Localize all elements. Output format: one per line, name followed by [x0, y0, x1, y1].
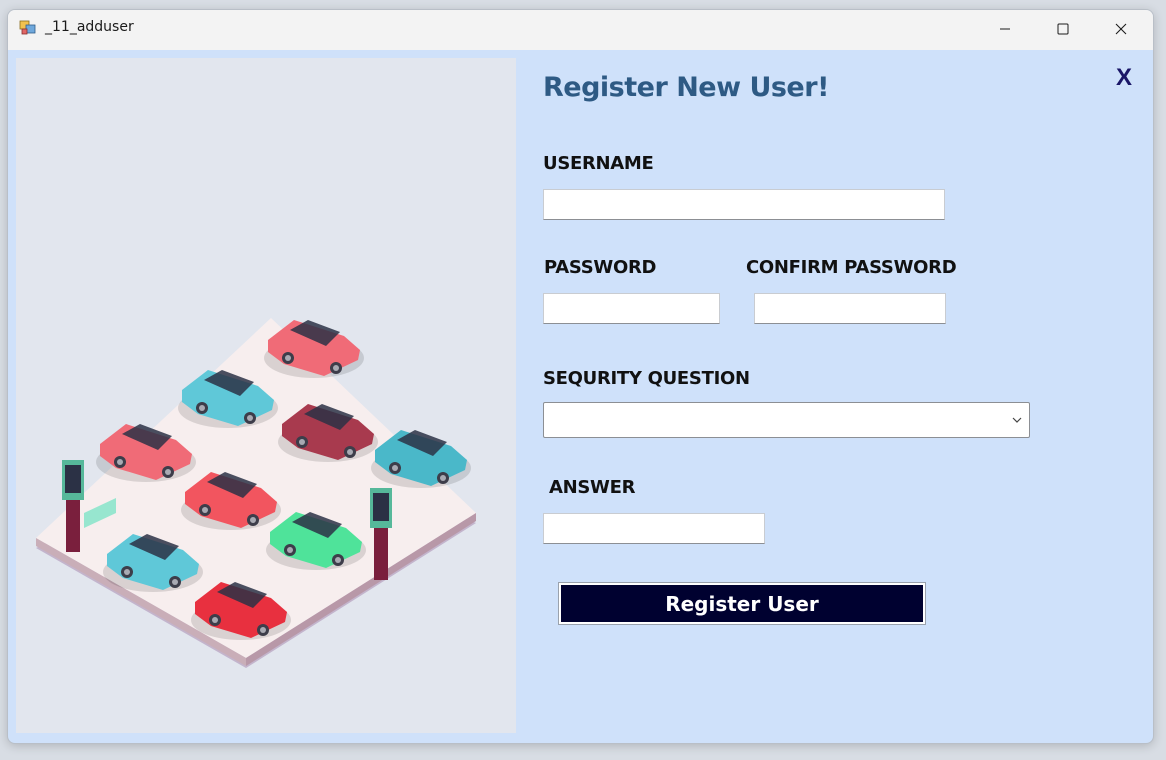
- password-input[interactable]: [543, 293, 720, 324]
- form-content: X Register New User! USERNAME PASSWORD C…: [8, 50, 1153, 743]
- username-label: USERNAME: [543, 153, 654, 174]
- close-icon: [1115, 23, 1127, 35]
- app-icon: [19, 20, 36, 35]
- window-close-button[interactable]: [1092, 10, 1150, 48]
- parking-lot-image: [36, 318, 476, 668]
- answer-input[interactable]: [543, 513, 765, 544]
- app-window: _11_adduser X Register New User! USERNAM…: [7, 9, 1154, 744]
- minimize-icon: [1000, 28, 1010, 30]
- confirm-password-label: CONFIRM PASSWORD: [746, 257, 957, 278]
- security-question-label: SEQURITY QUESTION: [543, 368, 750, 389]
- answer-label: ANSWER: [549, 477, 636, 498]
- maximize-icon: [1057, 23, 1069, 35]
- password-label: PASSWORD: [544, 257, 657, 278]
- window-title: _11_adduser: [45, 19, 134, 35]
- maximize-button[interactable]: [1034, 10, 1092, 48]
- title-bar[interactable]: _11_adduser: [8, 10, 1153, 50]
- form-close-button[interactable]: X: [1116, 64, 1132, 92]
- register-user-button[interactable]: Register User: [558, 582, 926, 625]
- security-question-select[interactable]: [543, 402, 1030, 438]
- form-heading: Register New User!: [543, 72, 829, 103]
- parking-lot-illustration: [16, 58, 516, 733]
- username-input[interactable]: [543, 189, 945, 220]
- confirm-password-input[interactable]: [754, 293, 946, 324]
- chevron-down-icon: [1012, 417, 1022, 423]
- minimize-button[interactable]: [976, 10, 1034, 48]
